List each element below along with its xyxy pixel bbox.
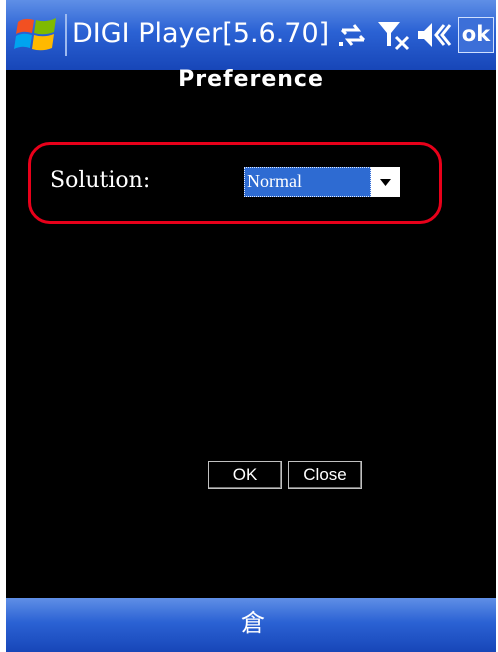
app-title: DIGI Player[5.6.70] [72,18,330,49]
ok-button[interactable]: OK [208,461,282,489]
windows-start-icon[interactable] [14,14,60,54]
solution-select[interactable]: Normal [244,167,400,197]
device-screen: DIGI Player[5.6.70] ok Preference Soluti… [6,0,496,652]
signal-icon[interactable] [376,18,412,52]
title-separator [65,14,67,56]
solution-select-value[interactable]: Normal [244,167,371,197]
title-bar: DIGI Player[5.6.70] ok [6,0,496,70]
volume-icon[interactable] [416,18,452,52]
keyboard-input-icon[interactable]: 倉 [241,606,265,640]
close-button[interactable]: Close [288,461,362,489]
solution-label: Solution: [50,168,151,193]
connectivity-icon[interactable] [336,18,370,52]
chevron-down-icon [380,179,391,186]
bottom-menu-bar: 倉 [6,598,496,652]
page-title: Preference [178,67,324,92]
ok-title-button[interactable]: ok [458,17,494,53]
dropdown-arrow-button[interactable] [371,167,400,197]
